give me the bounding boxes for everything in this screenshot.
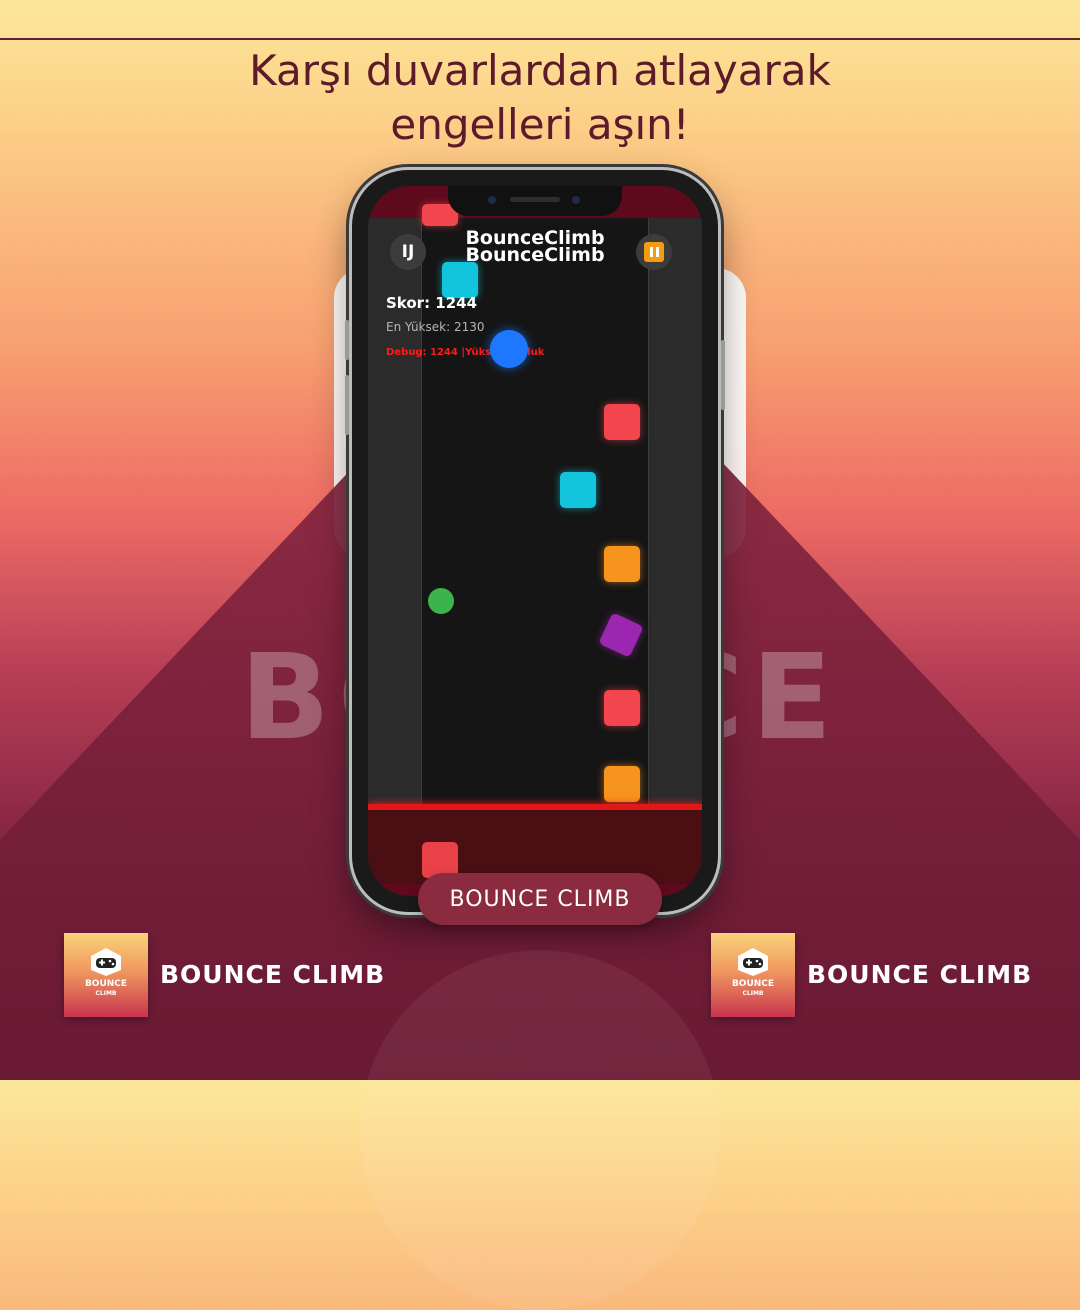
bounce-climb-pill: BOUNCE CLIMB (418, 873, 662, 925)
cyan-block (442, 262, 478, 298)
background-circle (360, 950, 720, 1310)
phone-notch (448, 186, 622, 216)
red-block (604, 690, 640, 726)
headline-line-2: engelleri aşın! (390, 100, 690, 149)
power-button (721, 340, 725, 410)
phone-mockup: IJ BounceClimb BounceClimb Skor: 1244 En… (345, 170, 725, 912)
game-canvas[interactable]: IJ BounceClimb BounceClimb Skor: 1244 En… (368, 204, 702, 884)
logo-line-2: CLIMB (95, 990, 117, 997)
app-logo-left: BOUNCE CLIMB (64, 933, 148, 1017)
brand-name-left: BOUNCE CLIMB (160, 960, 386, 989)
orange-block (604, 546, 640, 582)
logo-line-1: BOUNCE (731, 979, 775, 989)
orange-block (604, 766, 640, 802)
game-title-echo: BounceClimb (465, 244, 605, 266)
logo-line-1: BOUNCE (84, 979, 128, 989)
top-divider (0, 38, 1080, 40)
front-camera-icon (488, 196, 496, 204)
gamepad-icon (738, 948, 768, 976)
volume-up-button (345, 320, 349, 360)
best-score-label: En Yüksek: 2130 (386, 320, 485, 334)
app-logo-right: BOUNCE CLIMB (711, 933, 795, 1017)
volume-down-button (345, 375, 349, 435)
left-wall (368, 218, 422, 884)
score-label: Skor: 1244 (386, 294, 478, 312)
headline: Karşı duvarlardan atlayarak engelleri aş… (0, 44, 1080, 152)
speaker-grille (510, 197, 560, 202)
phone-screen: IJ BounceClimb BounceClimb Skor: 1244 En… (368, 186, 702, 896)
cyan-block (560, 472, 596, 508)
right-wall (648, 218, 702, 884)
headline-line-1: Karşı duvarlardan atlayarak (249, 46, 831, 95)
brand-name-right: BOUNCE CLIMB (807, 960, 1033, 989)
game-title: BounceClimb BounceClimb (368, 229, 702, 266)
sensor-icon (572, 196, 580, 204)
logo-line-2: CLIMB (742, 990, 764, 997)
red-block (604, 404, 640, 440)
gamepad-icon (91, 948, 121, 976)
purple-block (598, 612, 644, 658)
green-ball (428, 588, 454, 614)
player-ball (490, 330, 528, 368)
